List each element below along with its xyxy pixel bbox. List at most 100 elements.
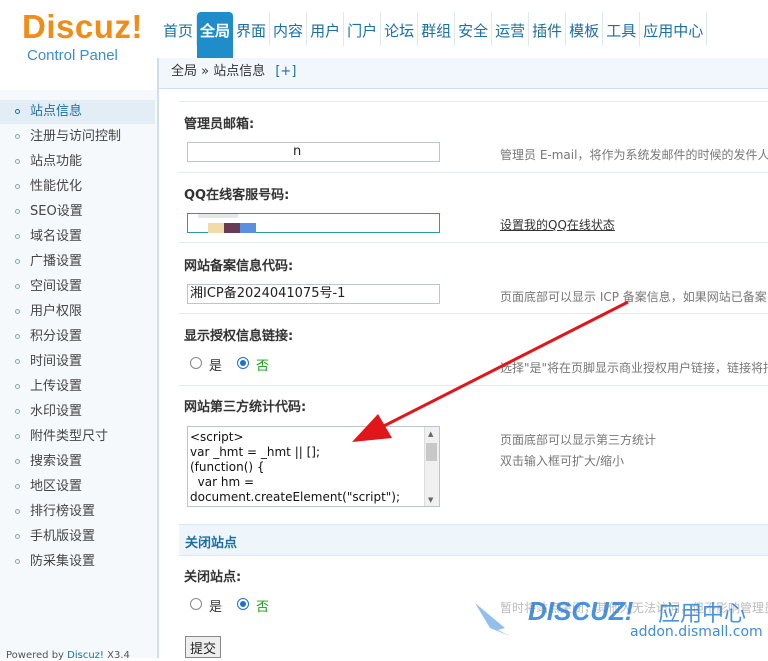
icp-input[interactable]: 湘ICP备2024041075号-1	[187, 284, 440, 304]
bullet-icon	[15, 134, 20, 139]
tab-forum[interactable]: 论坛	[381, 12, 419, 46]
qq-status-link[interactable]: 设置我的QQ在线状态	[500, 218, 615, 232]
sidebar-item-watermark[interactable]: 水印设置	[0, 400, 155, 424]
sidebar-item-label: 时间设置	[30, 354, 83, 369]
sidebar-item-label: 广播设置	[30, 254, 83, 269]
breadcrumb-text: 全局 » 站点信息	[171, 64, 266, 79]
logo-subtitle: Control Panel	[27, 47, 118, 64]
qq-status-tip: 设置我的QQ在线状态	[500, 216, 615, 233]
tab-operations[interactable]: 运营	[492, 12, 530, 46]
close-site-section-title: 关闭站点	[185, 536, 238, 551]
scroll-up-icon[interactable]: ▲	[428, 430, 433, 438]
bullet-icon	[15, 459, 20, 464]
close-yes-radio[interactable]	[190, 598, 202, 610]
sidebar-item-performance[interactable]: 性能优化	[0, 175, 155, 199]
bullet-icon	[15, 234, 20, 239]
admin-email-value: n	[293, 144, 302, 159]
qq-input[interactable]	[187, 213, 440, 233]
powered-by: Powered by Discuz! X3.4	[6, 650, 130, 661]
bullet-icon	[15, 384, 20, 389]
sidebar-item-space[interactable]: 空间设置	[0, 275, 155, 299]
stats-code-textarea[interactable]: <script> var _hmt = _hmt || []; (functio…	[187, 426, 440, 507]
sidebar-item-region[interactable]: 地区设置	[0, 475, 155, 499]
tab-groups[interactable]: 群组	[418, 12, 456, 46]
submit-button[interactable]: 提交	[185, 636, 221, 658]
sidebar-item-site-features[interactable]: 站点功能	[0, 150, 155, 174]
sidebar-item-time[interactable]: 时间设置	[0, 350, 155, 374]
sidebar-item-anti-scrape[interactable]: 防采集设置	[0, 550, 155, 574]
watermark-url: addon.dismall.com	[630, 624, 763, 640]
license-yes-radio[interactable]	[190, 357, 202, 369]
sidebar-item-label: 站点功能	[30, 154, 83, 169]
sidebar-item-label: 手机版设置	[30, 529, 96, 544]
bullet-icon	[15, 159, 20, 164]
powered-prefix: Powered by	[6, 650, 68, 661]
stats-code-tip: 页面底部可以显示第三方统计	[500, 433, 657, 447]
powered-version: X3.4	[103, 650, 130, 661]
sidebar-item-label: 上传设置	[30, 379, 83, 394]
tab-tools[interactable]: 工具	[603, 12, 641, 46]
admin-email-input[interactable]: n	[187, 142, 440, 162]
close-no-label: 否	[256, 600, 270, 615]
discuz-logo[interactable]: Discuz! Control Panel	[0, 0, 158, 90]
tab-plugins[interactable]: 插件	[529, 12, 567, 46]
add-shortcut-button[interactable]: [+]	[275, 64, 296, 79]
admin-email-tip: 管理员 E-mail，将作为系统发邮件的时候的发件人	[500, 148, 768, 162]
sidebar-item-label: SEO设置	[30, 204, 83, 219]
sidebar-item-registration[interactable]: 注册与访问控制	[0, 125, 155, 149]
bullet-icon	[15, 284, 20, 289]
tab-home[interactable]: 首页	[160, 12, 198, 46]
stats-code-tip2: 双击输入框可扩大/缩小	[500, 454, 625, 468]
sidebar-item-mobile[interactable]: 手机版设置	[0, 525, 155, 549]
sidebar-item-search[interactable]: 搜索设置	[0, 450, 155, 474]
license-link-tip: 选择"是"将在页脚显示商业授权用户链接，链接将指	[500, 361, 768, 375]
top-nav: 首页 全局 界面 内容 用户 门户 论坛 群组 安全 运营 插件 模板 工具 应…	[160, 12, 708, 58]
icp-value: 湘ICP备2024041075号-1	[190, 286, 346, 301]
license-no-label: 否	[256, 359, 270, 374]
sidebar-item-domain[interactable]: 域名设置	[0, 225, 155, 249]
tab-users[interactable]: 用户	[307, 12, 345, 46]
sidebar-item-attachment-types[interactable]: 附件类型尺寸	[0, 425, 155, 449]
close-site-label: 关闭站点:	[184, 570, 242, 585]
sidebar-item-broadcast[interactable]: 广播设置	[0, 250, 155, 274]
tab-app-center[interactable]: 应用中心	[640, 12, 708, 46]
textarea-scrollbar[interactable]: ▲ ▼	[424, 427, 439, 506]
tab-security[interactable]: 安全	[455, 12, 493, 46]
close-yes-label: 是	[209, 600, 223, 615]
divider	[179, 242, 768, 243]
bullet-icon	[15, 259, 20, 264]
license-no-radio[interactable]	[237, 357, 249, 369]
sidebar-item-ranking[interactable]: 排行榜设置	[0, 500, 155, 524]
sidebar-item-label: 域名设置	[30, 229, 83, 244]
bullet-icon	[15, 409, 20, 414]
bullet-icon	[15, 334, 20, 339]
sidebar-item-upload[interactable]: 上传设置	[0, 375, 155, 399]
tab-templates[interactable]: 模板	[566, 12, 604, 46]
bullet-icon	[15, 534, 20, 539]
scroll-thumb[interactable]	[426, 443, 437, 461]
header: Discuz! Control Panel 首页 全局 界面 内容 用户 门户 …	[0, 0, 768, 64]
sidebar-item-label: 防采集设置	[30, 554, 96, 569]
tab-global[interactable]: 全局	[197, 12, 234, 58]
sidebar-item-label: 搜索设置	[30, 454, 83, 469]
sidebar-item-permissions[interactable]: 用户权限	[0, 300, 155, 324]
breadcrumb: 全局 » 站点信息 [+]	[159, 58, 768, 89]
powered-brand-link[interactable]: Discuz!	[67, 650, 104, 661]
redacted-patch	[198, 214, 238, 218]
sidebar-item-site-info[interactable]: 站点信息	[0, 100, 155, 124]
divider	[179, 385, 768, 386]
tab-content[interactable]: 内容	[270, 12, 308, 46]
bullet-icon	[15, 434, 20, 439]
cursor-arrow-icon	[475, 603, 510, 636]
sidebar-item-seo[interactable]: SEO设置	[0, 200, 155, 224]
bullet-icon	[15, 559, 20, 564]
sidebar: 站点信息 注册与访问控制 站点功能 性能优化 SEO设置 域名设置 广播设置 空…	[0, 90, 157, 658]
sidebar-item-credits[interactable]: 积分设置	[0, 325, 155, 349]
bullet-icon	[15, 309, 20, 314]
tab-portal[interactable]: 门户	[344, 12, 382, 46]
scroll-down-icon[interactable]: ▼	[428, 496, 433, 504]
license-link-label: 显示授权信息链接:	[184, 329, 294, 344]
divider	[179, 101, 768, 102]
close-no-radio[interactable]	[237, 598, 249, 610]
tab-interface[interactable]: 界面	[233, 12, 271, 46]
